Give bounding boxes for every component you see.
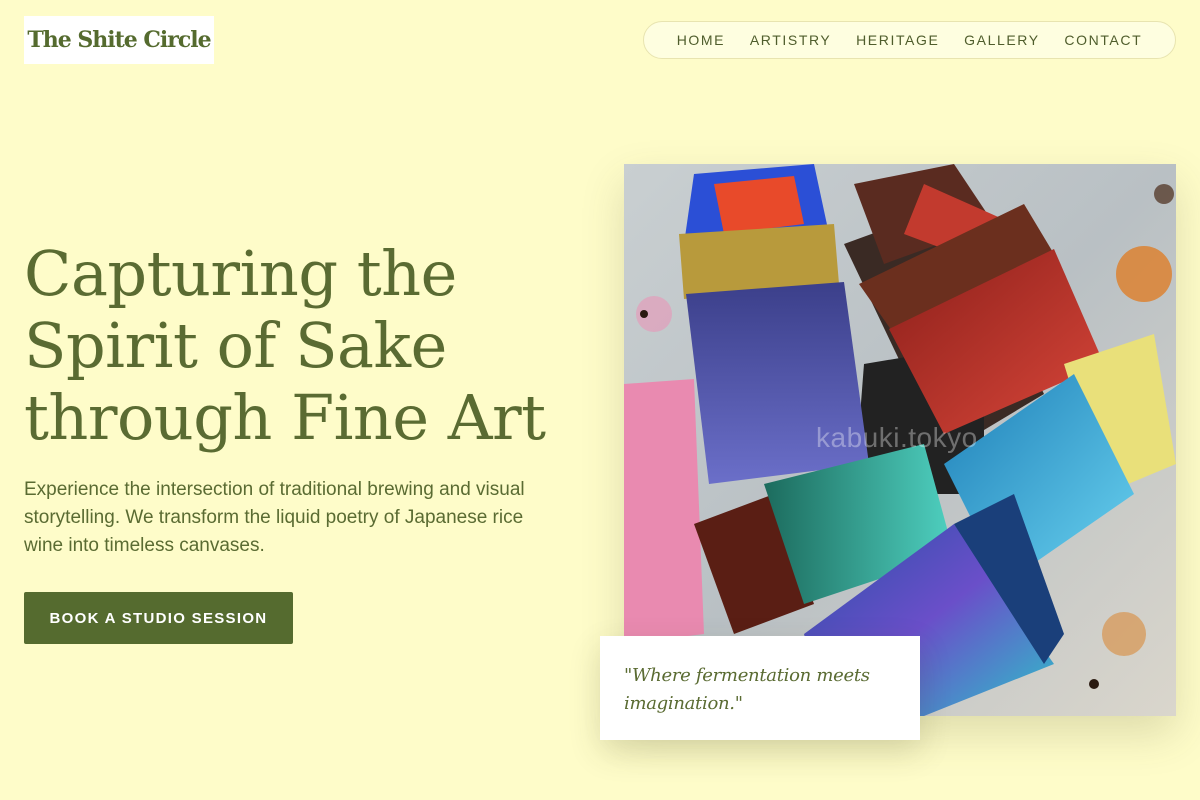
paint-brushes-image: kabuki.tokyo	[624, 164, 1176, 716]
image-watermark: kabuki.tokyo	[816, 422, 978, 453]
hero-title-line-3: through Fine Art	[24, 381, 546, 454]
hero-description: Experience the intersection of tradition…	[24, 479, 525, 556]
main-nav: HOME ARTISTRY HERITAGE GALLERY CONTACT	[643, 21, 1176, 59]
nav-home[interactable]: HOME	[677, 32, 725, 48]
hero-title: Capturing the Spirit of Sake through Fin…	[24, 238, 604, 454]
site-logo[interactable]: The Shite Circle	[24, 16, 214, 64]
logo-text: The Shite Circle	[27, 27, 211, 53]
nav-artistry[interactable]: ARTISTRY	[750, 32, 832, 48]
nav-contact[interactable]: CONTACT	[1064, 32, 1142, 48]
book-session-button[interactable]: BOOK A STUDIO SESSION	[24, 592, 293, 644]
quote-card: "Where fermentation meets imagination."	[600, 636, 920, 740]
nav-heritage[interactable]: HERITAGE	[856, 32, 939, 48]
hero-title-line-1: Capturing the	[24, 237, 457, 310]
quote-text: "Where fermentation meets imagination."	[624, 665, 870, 714]
nav-gallery[interactable]: GALLERY	[964, 32, 1040, 48]
hero-title-line-2: Spirit of Sake	[24, 309, 447, 382]
